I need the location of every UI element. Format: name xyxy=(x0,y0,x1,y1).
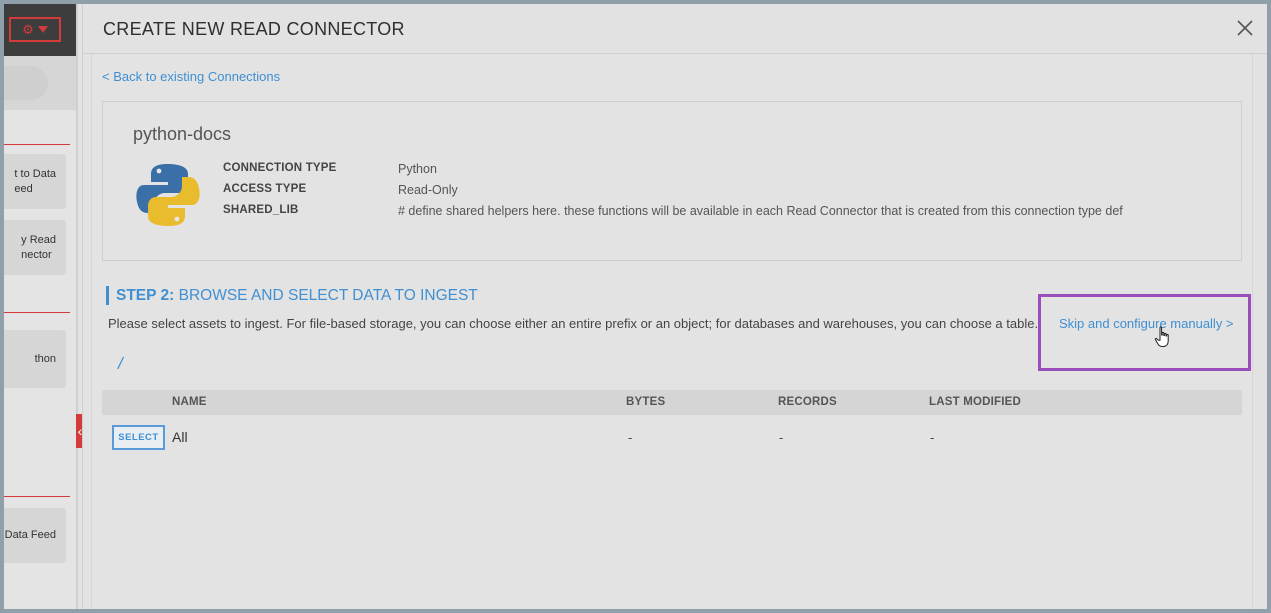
meta-key: SHARED_LIB xyxy=(223,204,299,216)
sidebar-card-label: thon xyxy=(34,352,56,365)
column-header-name: NAME xyxy=(172,396,207,408)
sidebar-divider xyxy=(4,312,70,313)
sidebar-divider xyxy=(4,496,70,497)
sidebar-card-label: y Read nector xyxy=(21,233,56,261)
python-logo-icon xyxy=(136,164,200,226)
sidebar-search-pill[interactable] xyxy=(4,66,48,100)
meta-row-connection-type: CONNECTION TYPE Python xyxy=(223,162,437,180)
modal-header: CREATE NEW READ CONNECTOR xyxy=(83,4,1267,54)
sidebar-topbar: ⚙ xyxy=(4,4,78,56)
caret-down-icon xyxy=(37,26,48,33)
step-description: Please select assets to ingest. For file… xyxy=(108,316,1039,331)
cell-last-modified: - xyxy=(930,430,935,445)
hand-cursor-icon xyxy=(1154,326,1169,347)
connection-summary-card: python-docs CONNECTION TYPE Python ACCES… xyxy=(102,101,1242,261)
sidebar-card-data-feed[interactable]: t to Data eed xyxy=(4,154,66,209)
column-header-bytes: BYTES xyxy=(626,396,666,408)
sidebar-card-python[interactable]: thon xyxy=(4,330,66,388)
modal-body: < Back to existing Connections python-do… xyxy=(91,54,1253,609)
highlight-box xyxy=(1038,294,1251,371)
step-heading: STEP 2: BROWSE AND SELECT DATA TO INGEST xyxy=(106,286,478,305)
table-header: NAME BYTES RECORDS LAST MODIFIED xyxy=(102,390,1242,415)
meta-value: # define shared helpers here. these func… xyxy=(398,204,1123,218)
column-header-records: RECORDS xyxy=(778,396,837,408)
meta-value: Read-Only xyxy=(398,183,458,197)
settings-dropdown-button[interactable]: ⚙ xyxy=(9,17,61,42)
meta-row-access-type: ACCESS TYPE Read-Only xyxy=(223,183,458,201)
select-button[interactable]: SELECT xyxy=(112,425,165,450)
sidebar-card-read-connector[interactable]: y Read nector xyxy=(4,220,66,275)
back-to-connections-link[interactable]: < Back to existing Connections xyxy=(102,69,280,84)
sidebar: ⚙ t to Data eed y Read nector thon Data … xyxy=(4,4,78,609)
meta-value: Python xyxy=(398,162,437,176)
sidebar-card-label: t to Data eed xyxy=(14,167,56,195)
cell-bytes: - xyxy=(628,430,633,445)
modal-title: CREATE NEW READ CONNECTOR xyxy=(103,19,405,39)
create-read-connector-modal: CREATE NEW READ CONNECTOR < Back to exis… xyxy=(82,4,1267,609)
sidebar-border xyxy=(76,4,78,609)
connection-name: python-docs xyxy=(133,124,232,144)
step-title: BROWSE AND SELECT DATA TO INGEST xyxy=(178,287,478,304)
close-icon[interactable] xyxy=(1236,19,1254,37)
meta-key: CONNECTION TYPE xyxy=(223,162,337,174)
step-number: STEP 2: xyxy=(116,287,175,304)
app-frame: ⚙ t to Data eed y Read nector thon Data … xyxy=(4,4,1267,609)
column-header-last-modified: LAST MODIFIED xyxy=(929,396,1022,408)
table-row: SELECT All - - - xyxy=(102,415,1242,461)
cell-records: - xyxy=(779,430,784,445)
sidebar-card-label: Data Feed xyxy=(4,529,56,541)
gear-icon: ⚙ xyxy=(22,21,34,37)
cell-name: All xyxy=(172,429,188,445)
path-breadcrumb[interactable]: / xyxy=(118,354,123,374)
meta-row-shared-lib: SHARED_LIB # define shared helpers here.… xyxy=(223,204,1123,222)
sidebar-card-data-feed-2[interactable]: Data Feed xyxy=(4,508,66,563)
meta-key: ACCESS TYPE xyxy=(223,183,307,195)
sidebar-divider xyxy=(4,144,70,145)
